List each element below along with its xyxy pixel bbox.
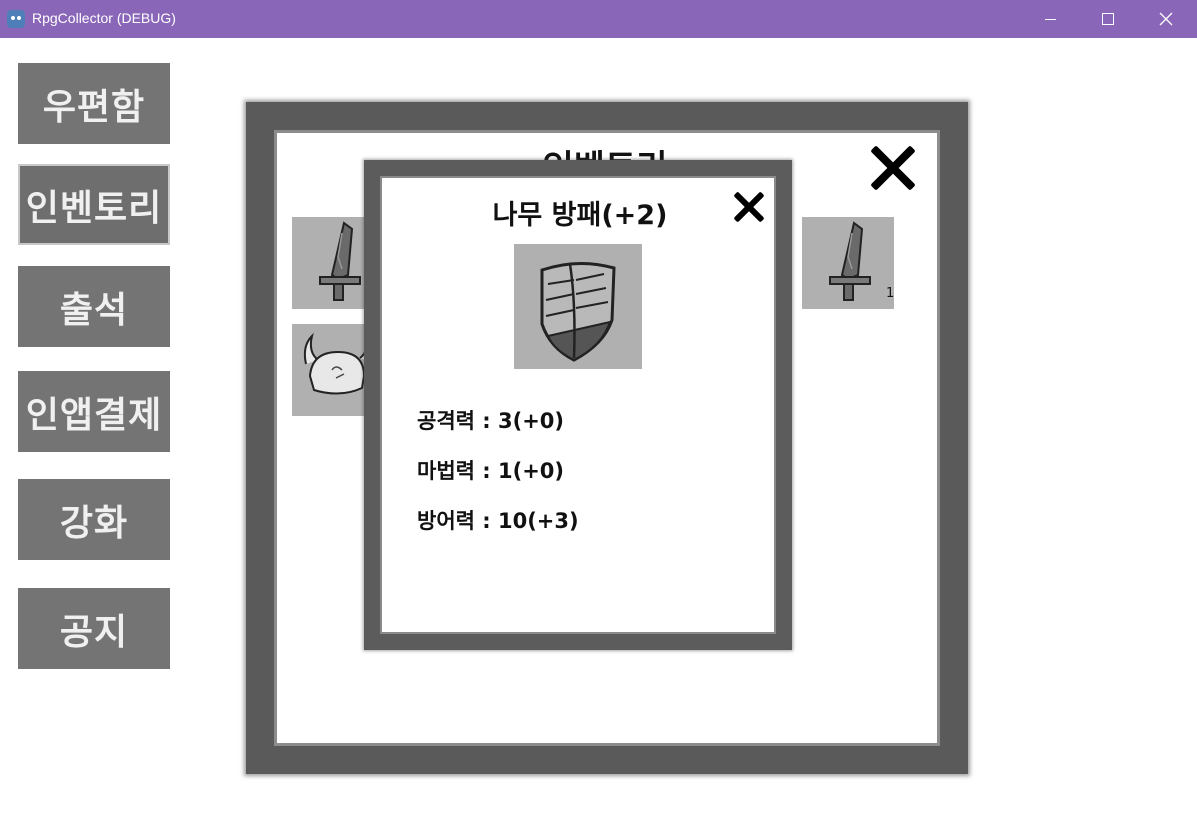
title-bar: RpgCollector (DEBUG) <box>0 0 1197 38</box>
close-window-icon <box>1159 12 1173 26</box>
close-inventory-icon[interactable] <box>868 143 918 193</box>
menu-notice-button[interactable]: 공지 <box>18 588 170 669</box>
slot-count: 1 <box>886 286 895 301</box>
wooden-shield-icon <box>540 261 616 362</box>
magic-stat: 마법력 : 1(+0) <box>417 459 564 483</box>
minimize-button[interactable] <box>1021 0 1079 38</box>
window-title: RpgCollector (DEBUG) <box>32 10 176 26</box>
inventory-slot[interactable]: 1 <box>802 217 894 309</box>
sword-icon <box>829 221 871 301</box>
minimize-icon <box>1044 18 1056 20</box>
close-window-button[interactable] <box>1137 0 1195 38</box>
menu-mailbox-button[interactable]: 우편함 <box>18 63 170 144</box>
item-name: 나무 방패(+2) <box>492 200 668 231</box>
menu-inventory-button[interactable]: 인벤토리 <box>18 164 170 245</box>
close-item-detail-icon[interactable] <box>732 190 766 224</box>
menu-in-app-purchase-button[interactable]: 인앱결제 <box>18 371 170 452</box>
defense-stat: 방어력 : 10(+3) <box>417 509 579 533</box>
maximize-icon <box>1102 13 1114 25</box>
item-image <box>514 244 642 369</box>
app-icon <box>7 10 25 28</box>
menu-enhance-button[interactable]: 강화 <box>18 479 170 560</box>
menu-attendance-button[interactable]: 출석 <box>18 266 170 347</box>
maximize-button[interactable] <box>1079 0 1137 38</box>
attack-stat: 공격력 : 3(+0) <box>417 409 564 433</box>
